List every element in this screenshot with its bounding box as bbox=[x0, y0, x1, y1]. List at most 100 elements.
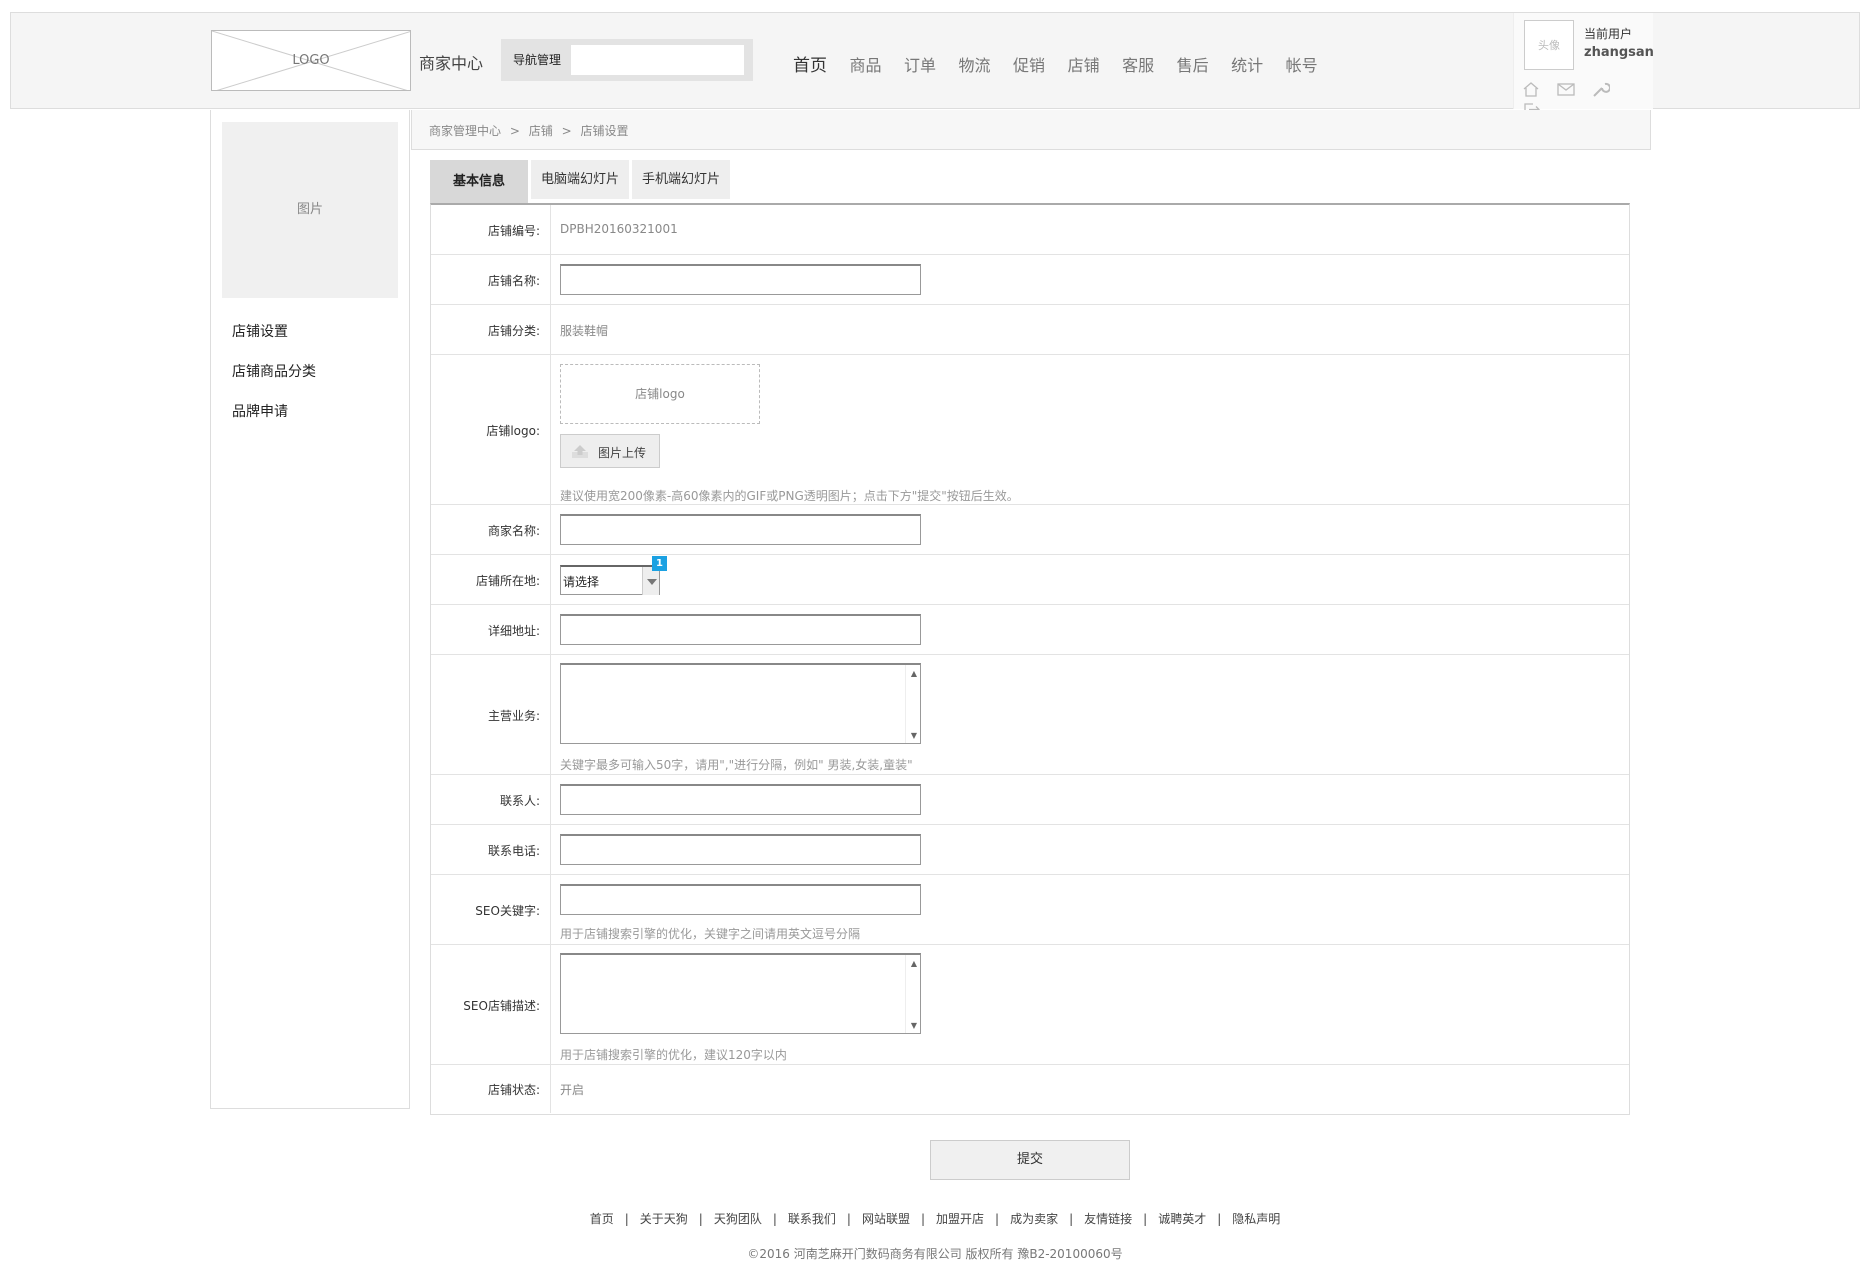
breadcrumb-home[interactable]: 商家管理中心 bbox=[429, 124, 501, 138]
contact-label: 联系人: bbox=[499, 794, 540, 808]
row-merchant-name: 商家名称: bbox=[431, 505, 1629, 555]
nav-item-store[interactable]: 店铺 bbox=[1068, 52, 1100, 76]
logo-hint: 建议使用宽200像素-高60像素内的GIF或PNG透明图片；点击下方"提交"按钮… bbox=[560, 489, 1019, 503]
main-nav: 首页 商品 订单 物流 促销 店铺 客服 售后 统计 帐号 bbox=[793, 51, 1340, 76]
nav-item-aftersale[interactable]: 售后 bbox=[1177, 52, 1209, 76]
seo-description-hint: 用于店铺搜索引擎的优化，建议120字以内 bbox=[560, 1048, 787, 1062]
home-icon[interactable] bbox=[1522, 81, 1540, 101]
phone-input[interactable] bbox=[560, 834, 921, 865]
location-select[interactable]: 请选择 bbox=[560, 565, 660, 595]
business-textarea[interactable]: ▲ ▼ bbox=[560, 663, 921, 744]
scrollbar[interactable]: ▲ ▼ bbox=[905, 665, 920, 743]
row-location: 店铺所在地: 请选择 1 bbox=[431, 555, 1629, 605]
location-select-value: 请选择 bbox=[563, 575, 600, 589]
business-label: 主营业务: bbox=[487, 709, 540, 723]
footer-link[interactable]: 联系我们 bbox=[788, 1212, 836, 1226]
row-seo-keywords: SEO关键字: 用于店铺搜索引擎的优化，关键字之间请用英文逗号分隔 bbox=[431, 875, 1629, 945]
nav-item-account[interactable]: 帐号 bbox=[1286, 52, 1318, 76]
breadcrumb-store[interactable]: 店铺 bbox=[529, 124, 553, 138]
footer-link[interactable]: 隐私声明 bbox=[1232, 1212, 1280, 1226]
footer-link[interactable]: 诚聘英才 bbox=[1158, 1212, 1206, 1226]
sidebar-item-store-settings[interactable]: 店铺设置 bbox=[232, 321, 288, 341]
nav-item-service[interactable]: 客服 bbox=[1122, 52, 1154, 76]
tab-basic-info[interactable]: 基本信息 bbox=[430, 160, 528, 204]
footer-separator: | bbox=[1143, 1212, 1148, 1226]
footer-separator: | bbox=[920, 1212, 926, 1226]
scrollbar[interactable]: ▲ ▼ bbox=[905, 955, 920, 1033]
breadcrumb-current: 店铺设置 bbox=[580, 124, 629, 138]
footer-separator: | bbox=[1069, 1212, 1074, 1226]
image-upload-button[interactable]: 图片上传 bbox=[560, 434, 660, 468]
nav-manage: 导航管理 bbox=[501, 39, 753, 81]
username: zhangsan bbox=[1584, 45, 1654, 60]
upload-button-label: 图片上传 bbox=[598, 446, 647, 460]
store-settings-form: 店铺编号: DPBH20160321001 店铺名称: 店铺分类: 服装鞋帽 店… bbox=[430, 203, 1630, 1115]
tab-mobile-slides[interactable]: 手机端幻灯片 bbox=[632, 160, 730, 199]
merchant-name-label: 商家名称: bbox=[487, 524, 540, 538]
location-badge: 1 bbox=[652, 556, 667, 571]
merchant-center-title: 商家中心 bbox=[419, 54, 484, 73]
nav-item-logistics[interactable]: 物流 bbox=[959, 52, 991, 76]
submit-button[interactable]: 提交 bbox=[930, 1140, 1130, 1180]
row-store-no: 店铺编号: DPBH20160321001 bbox=[431, 205, 1629, 255]
row-phone: 联系电话: bbox=[431, 825, 1629, 875]
nav-item-promotion[interactable]: 促销 bbox=[1013, 52, 1045, 76]
footer-link[interactable]: 网站联盟 bbox=[862, 1212, 910, 1226]
footer-link[interactable]: 友情链接 bbox=[1084, 1212, 1132, 1226]
row-business: 主营业务: ▲ ▼ 关键字最多可输入50字，请用","进行分隔，例如" 男装,女装… bbox=[431, 655, 1629, 775]
current-user-label: 当前用户 bbox=[1584, 27, 1633, 41]
store-name-input[interactable] bbox=[560, 264, 921, 295]
copyright: ©2016 河南芝麻开门数码商务有限公司 版权所有 豫B2-20100060号 bbox=[747, 1247, 1123, 1261]
logo[interactable]: LOGO bbox=[211, 30, 411, 91]
breadcrumb: 商家管理中心 > 店铺 > 店铺设置 bbox=[411, 110, 1651, 150]
business-hint: 关键字最多可输入50字，请用","进行分隔，例如" 男装,女装,童装" bbox=[560, 758, 913, 772]
merchant-name-input[interactable] bbox=[560, 514, 921, 545]
seo-description-textarea[interactable]: ▲ ▼ bbox=[560, 953, 921, 1034]
contact-input[interactable] bbox=[560, 784, 921, 815]
footer-separator: | bbox=[846, 1212, 851, 1226]
scroll-up-icon[interactable]: ▲ bbox=[911, 669, 917, 678]
nav-item-orders[interactable]: 订单 bbox=[904, 52, 936, 76]
scroll-down-icon[interactable]: ▼ bbox=[911, 1021, 917, 1030]
chevron-down-icon[interactable] bbox=[642, 567, 659, 595]
avatar[interactable]: 头像 bbox=[1524, 20, 1574, 70]
scroll-down-icon[interactable]: ▼ bbox=[911, 731, 917, 740]
footer-separator: | bbox=[698, 1212, 703, 1226]
mail-icon[interactable] bbox=[1557, 81, 1575, 101]
nav-manage-input[interactable] bbox=[571, 45, 744, 75]
breadcrumb-separator: > bbox=[509, 124, 520, 138]
footer-link[interactable]: 成为卖家 bbox=[1010, 1212, 1058, 1226]
tab-pc-slides[interactable]: 电脑端幻灯片 bbox=[531, 160, 629, 199]
store-no-value: DPBH20160321001 bbox=[560, 222, 678, 236]
sidebar-item-brand-apply[interactable]: 品牌申请 bbox=[232, 401, 288, 421]
nav-item-home[interactable]: 首页 bbox=[793, 51, 827, 76]
sidebar: 图片 店铺设置 店铺商品分类 品牌申请 bbox=[210, 110, 410, 1109]
row-seo-description: SEO店铺描述: ▲ ▼ 用于店铺搜索引擎的优化，建议120字以内 bbox=[431, 945, 1629, 1065]
store-no-label: 店铺编号: bbox=[487, 224, 540, 238]
address-input[interactable] bbox=[560, 614, 921, 645]
row-category: 店铺分类: 服装鞋帽 bbox=[431, 305, 1629, 355]
logo-text: LOGO bbox=[292, 53, 330, 68]
scroll-up-icon[interactable]: ▲ bbox=[911, 959, 917, 968]
location-label: 店铺所在地: bbox=[475, 574, 540, 588]
footer-separator: | bbox=[995, 1212, 1000, 1226]
seo-keywords-input[interactable] bbox=[560, 884, 921, 915]
footer-separator: | bbox=[624, 1212, 629, 1226]
user-box: 头像 当前用户 zhangsan bbox=[1513, 13, 1654, 116]
breadcrumb-separator: > bbox=[561, 124, 572, 138]
store-name-label: 店铺名称: bbox=[487, 274, 540, 288]
footer-link[interactable]: 首页 bbox=[590, 1212, 614, 1226]
nav-item-products[interactable]: 商品 bbox=[850, 52, 882, 76]
sidebar-item-store-categories[interactable]: 店铺商品分类 bbox=[232, 361, 316, 381]
footer-link[interactable]: 天狗团队 bbox=[714, 1212, 762, 1226]
footer-separator: | bbox=[1217, 1212, 1222, 1226]
wrench-icon[interactable] bbox=[1592, 81, 1612, 101]
footer-link[interactable]: 加盟开店 bbox=[936, 1212, 984, 1226]
footer-link[interactable]: 关于天狗 bbox=[640, 1212, 688, 1226]
nav-item-stats[interactable]: 统计 bbox=[1231, 52, 1263, 76]
category-value: 服装鞋帽 bbox=[560, 324, 609, 338]
sidebar-image: 图片 bbox=[222, 122, 398, 298]
top-header: LOGO 商家中心 导航管理 首页 商品 订单 物流 促销 店铺 客服 售后 统计 帐号 头像 当… bbox=[10, 12, 1860, 116]
footer-nav: 首页 | 关于天狗 | 天狗团队 | 联系我们 | 网站联盟 | 加盟开店 | 成为卖家 | 友情链接 | 诚聘… bbox=[0, 1210, 1870, 1227]
footer-separator: | bbox=[772, 1212, 777, 1226]
